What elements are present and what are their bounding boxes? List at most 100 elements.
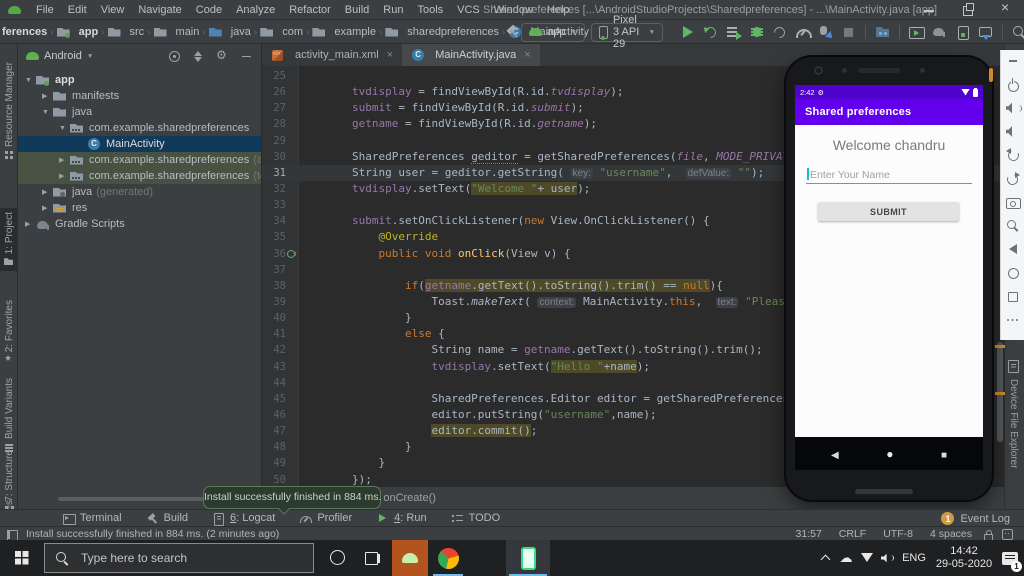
name-input[interactable] [806,166,972,184]
breadcrumb-item-sharedpreferences[interactable]: sharedpreferences [385,26,499,39]
sdk-manager-icon[interactable] [977,24,994,40]
submit-button[interactable]: SUBMIT [818,202,959,221]
tree-expanded-arrow[interactable]: ▼ [59,125,70,132]
attach-debugger-icon[interactable] [817,24,834,40]
tree-item-manifests[interactable]: ▶ manifests [18,88,261,104]
avd-manager-icon[interactable] [908,24,926,40]
tool-window-todo[interactable]: TODO [451,512,500,525]
name-input-field[interactable] [806,165,972,184]
tree-item-com.example.sharedpreferences[interactable]: ▶ com.example.sharedpreferences(androidTe… [18,152,261,168]
tree-item-java[interactable]: ▼ java [18,104,261,120]
taskbar-emulator-button[interactable] [506,540,550,576]
close-icon[interactable]: × [387,49,393,61]
tree-expanded-arrow[interactable]: ▼ [42,109,53,116]
breadcrumb-item-src[interactable]: src [108,26,145,39]
tool-window-6-logcat[interactable]: 6: Logcat [212,512,275,526]
status-widget-31-57[interactable]: 31:57 [796,528,822,540]
stripe-item-1-project[interactable]: 1: Project [0,208,17,272]
close-icon[interactable]: × [524,49,530,61]
horizontal-scrollbar[interactable] [58,497,208,501]
tree-collapsed-arrow[interactable]: ▶ [42,188,53,196]
tab-MainActivity.java[interactable]: MainActivity.java × [402,44,540,66]
tree-item-com.example.sharedpreferences[interactable]: ▼ com.example.sharedpreferences [18,120,261,136]
tree-collapsed-arrow[interactable]: ▶ [59,172,70,180]
taskbar-blue-app-button[interactable] [468,540,504,576]
search-icon[interactable] [1011,24,1024,40]
status-widget-4-spaces[interactable]: 4 spaces [930,528,972,540]
editor-breadcrumb-item[interactable]: onCreate() [383,492,436,504]
status-widget-crlf[interactable]: CRLF [839,528,866,540]
back-icon[interactable] [831,445,839,463]
tool-window-terminal[interactable]: Terminal [62,512,122,525]
tool-window-toggle-icon[interactable] [6,529,18,541]
tree-item-MainActivity[interactable]: MainActivity [18,136,261,152]
tree-item-app[interactable]: ▼ app [18,72,261,88]
device-file-explorer-button[interactable]: Device File Explorer [1003,360,1024,468]
locate-file-icon[interactable] [168,50,181,63]
hide-panel-icon[interactable] [240,50,253,63]
layout-inspector-icon[interactable] [954,24,971,40]
taskbar-search[interactable] [44,543,314,573]
tab-activity_main.xml[interactable]: activity_main.xml × [262,44,402,66]
overview-icon[interactable] [1005,288,1021,304]
tree-item-java[interactable]: ▶ java (generated) [18,184,261,200]
tree-collapsed-arrow[interactable]: ▶ [42,92,53,100]
start-button[interactable] [0,540,44,576]
menu-analyze[interactable]: Analyze [229,0,282,20]
stripe-item-resource-manager[interactable]: Resource Manager [0,58,17,164]
tool-window-profiler[interactable]: Profiler [299,512,352,525]
search-input[interactable] [79,550,279,566]
tree-expanded-arrow[interactable]: ▼ [25,77,36,84]
volume-down-icon[interactable] [1005,124,1021,140]
home-icon[interactable] [886,445,893,463]
rotate-right-icon[interactable] [1005,171,1021,187]
gear-icon[interactable] [216,48,229,63]
event-log-button[interactable]: Event Log [960,513,1010,525]
home-icon[interactable] [1005,265,1021,281]
rotate-left-icon[interactable] [1005,147,1021,163]
menu-vcs[interactable]: VCS [450,0,487,20]
play-icon[interactable] [679,24,696,40]
tree-item-Gradle Scripts[interactable]: ▶ Gradle Scripts [18,216,261,232]
wifi-tray-button[interactable] [857,540,877,576]
gradle-sync-icon[interactable] [931,24,948,40]
tool-window-4-run[interactable]: 4: Run [376,512,427,525]
tray-expand-button[interactable] [816,540,836,576]
apply-changes-icon[interactable] [702,24,719,40]
device-manager-icon[interactable] [874,24,891,40]
menu-view[interactable]: View [94,0,132,20]
stripe-item-2-favorites[interactable]: 2: Favorites [0,296,17,369]
window-minimize-button[interactable] [912,0,946,20]
window-maximize-button[interactable] [950,0,984,20]
profiler-icon[interactable] [794,24,813,40]
apply-code-changes-icon[interactable] [725,24,743,40]
menu-run[interactable]: Run [376,0,410,20]
lock-icon[interactable] [981,528,994,541]
screenshot-icon[interactable] [1005,194,1021,210]
taskbar-clock[interactable]: 14:42 29-05-2020 [931,540,997,576]
menu-tools[interactable]: Tools [410,0,450,20]
volume-up-icon[interactable] [1005,100,1022,116]
tree-collapsed-arrow[interactable]: ▶ [25,220,36,228]
status-widget-utf-8[interactable]: UTF-8 [883,528,913,540]
zoom-icon[interactable] [1005,218,1021,234]
warning-stripe-mark[interactable] [995,345,1005,348]
back-icon[interactable] [1005,241,1021,257]
breadcrumb-item-com[interactable]: com [260,26,303,39]
notification-center-button[interactable]: 1 [997,540,1023,576]
task-view-button[interactable] [356,540,388,576]
tree-item-com.example.sharedpreferences[interactable]: ▶ com.example.sharedpreferences(test) [18,168,261,184]
menu-file[interactable]: File [29,0,61,20]
taskbar-android-studio-button[interactable] [392,540,428,576]
tree-collapsed-arrow[interactable]: ▶ [59,156,70,164]
language-indicator[interactable]: ENG [897,540,931,576]
build-hammer-icon[interactable] [505,24,515,40]
volume-tray-button[interactable] [877,540,897,576]
breadcrumb-item-ferences[interactable]: ferences [2,26,47,38]
device-selector[interactable]: Pixel 3 API 29 ▼ [590,14,664,50]
stripe-item-build-variants[interactable]: Build Variants [0,374,17,456]
tool-window-build[interactable]: Build [146,512,188,525]
menu-build[interactable]: Build [338,0,376,20]
debug-icon[interactable] [748,24,765,40]
menu-refactor[interactable]: Refactor [282,0,338,20]
